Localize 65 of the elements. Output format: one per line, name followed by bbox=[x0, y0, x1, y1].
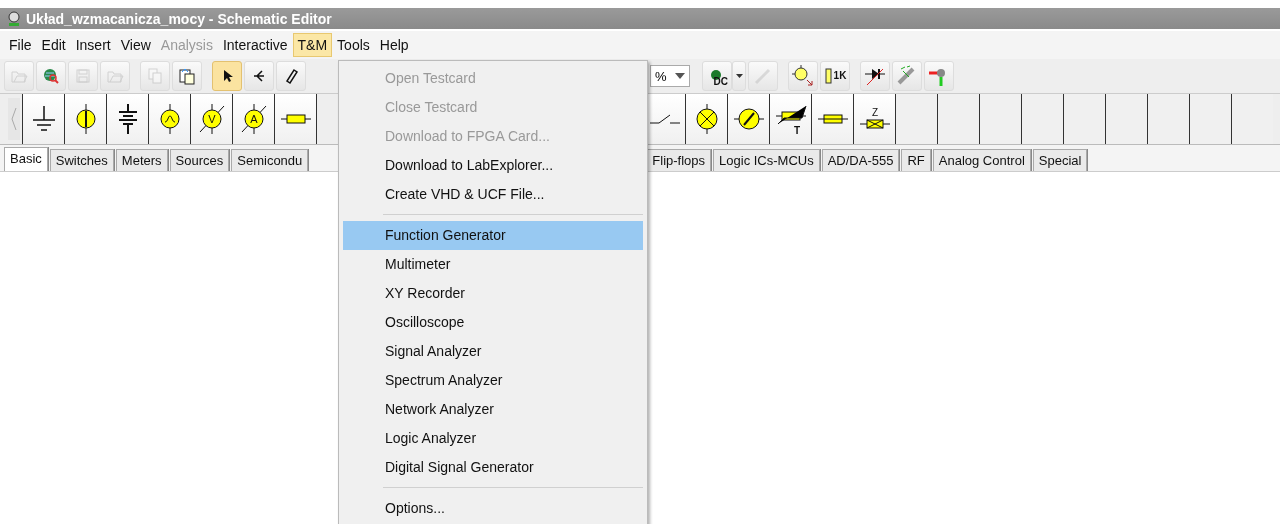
app-icon bbox=[6, 10, 22, 27]
palette-tab[interactable]: Special bbox=[1032, 149, 1088, 171]
zoom-combo[interactable]: % bbox=[650, 65, 690, 87]
component-button[interactable]: T bbox=[769, 94, 811, 144]
palette-tab[interactable]: Logic ICs-MCUs bbox=[713, 149, 820, 171]
menu-item[interactable]: Insert bbox=[70, 33, 116, 57]
palette-tab[interactable]: Sources bbox=[169, 149, 230, 171]
resistor-icon bbox=[278, 113, 313, 125]
palette-tab[interactable]: AD/DA-555 bbox=[821, 149, 900, 171]
component-button[interactable] bbox=[64, 94, 106, 144]
menu-item[interactable]: Oscilloscope bbox=[343, 308, 643, 337]
palette-tab[interactable]: RF bbox=[901, 149, 931, 171]
component-button[interactable]: Z bbox=[853, 94, 895, 144]
menu-item[interactable]: Help bbox=[374, 33, 414, 57]
menu-item[interactable]: XY Recorder bbox=[343, 279, 643, 308]
pointer-icon[interactable] bbox=[212, 61, 242, 91]
globe-search-icon[interactable] bbox=[36, 61, 66, 91]
diode-button[interactable] bbox=[860, 61, 890, 91]
palette-tab[interactable]: Switches bbox=[49, 149, 114, 171]
component-button[interactable] bbox=[274, 94, 316, 144]
menu-item[interactable]: Network Analyzer bbox=[343, 395, 643, 424]
menu-item[interactable]: Multimeter bbox=[343, 250, 643, 279]
component-button[interactable]: A bbox=[232, 94, 274, 144]
voltmeter-probe-button[interactable] bbox=[788, 61, 818, 91]
menu-item[interactable]: Options... bbox=[343, 494, 643, 523]
component-button[interactable] bbox=[22, 94, 64, 144]
pin-button[interactable] bbox=[924, 61, 954, 91]
menu-item[interactable]: T&M bbox=[292, 33, 333, 57]
dropdown-button[interactable] bbox=[732, 61, 746, 91]
chevron-left-icon bbox=[11, 107, 17, 131]
menu-item[interactable]: Create VHD & UCF File... bbox=[343, 180, 643, 209]
component-button[interactable] bbox=[148, 94, 190, 144]
voltmeter-icon bbox=[791, 64, 815, 88]
menu-item[interactable]: Spectrum Analyzer bbox=[343, 366, 643, 395]
menu-item[interactable]: File bbox=[4, 33, 37, 57]
menu-item[interactable]: Edit bbox=[36, 33, 71, 57]
palette-tab[interactable]: Flip-flops bbox=[646, 149, 712, 171]
resistor-icon bbox=[823, 65, 834, 87]
component-button[interactable] bbox=[811, 94, 853, 144]
palette-tab[interactable]: Meters bbox=[115, 149, 168, 171]
palette-tab[interactable]: Analog Control bbox=[932, 149, 1031, 171]
wire-icon[interactable] bbox=[244, 61, 274, 91]
menu-item[interactable]: Tools bbox=[332, 33, 375, 57]
caret-icon bbox=[735, 74, 743, 78]
fuse-icon bbox=[815, 113, 850, 125]
palette-tab[interactable]: Semicondu bbox=[231, 149, 309, 171]
component-button[interactable]: V bbox=[190, 94, 232, 144]
menu-item[interactable]: Interactive bbox=[217, 33, 293, 57]
caret-icon bbox=[675, 73, 685, 79]
resistor-probe-button[interactable]: 1K bbox=[820, 61, 850, 91]
menu-item[interactable]: Signal Analyzer bbox=[343, 337, 643, 366]
menu-item[interactable]: Logic Analyzer bbox=[343, 424, 643, 453]
menu-item[interactable]: Function Generator bbox=[343, 221, 643, 250]
component-button[interactable] bbox=[727, 94, 769, 144]
paste-icon[interactable] bbox=[172, 61, 202, 91]
component-button[interactable] bbox=[685, 94, 727, 144]
component-button[interactable] bbox=[106, 94, 148, 144]
window-title: Układ_wzmacanicza_mocy - Schematic Editor bbox=[26, 10, 332, 27]
menu-item[interactable]: View bbox=[115, 33, 156, 57]
dc-source-button[interactable]: DC bbox=[702, 61, 732, 91]
pencil-icon[interactable] bbox=[276, 61, 306, 91]
menu-item[interactable]: Download to LabExplorer... bbox=[343, 151, 643, 180]
switch-icon bbox=[647, 113, 682, 125]
menu-item[interactable]: Digital Signal Generator bbox=[343, 453, 643, 482]
palette-tab[interactable]: Basic bbox=[4, 147, 48, 171]
